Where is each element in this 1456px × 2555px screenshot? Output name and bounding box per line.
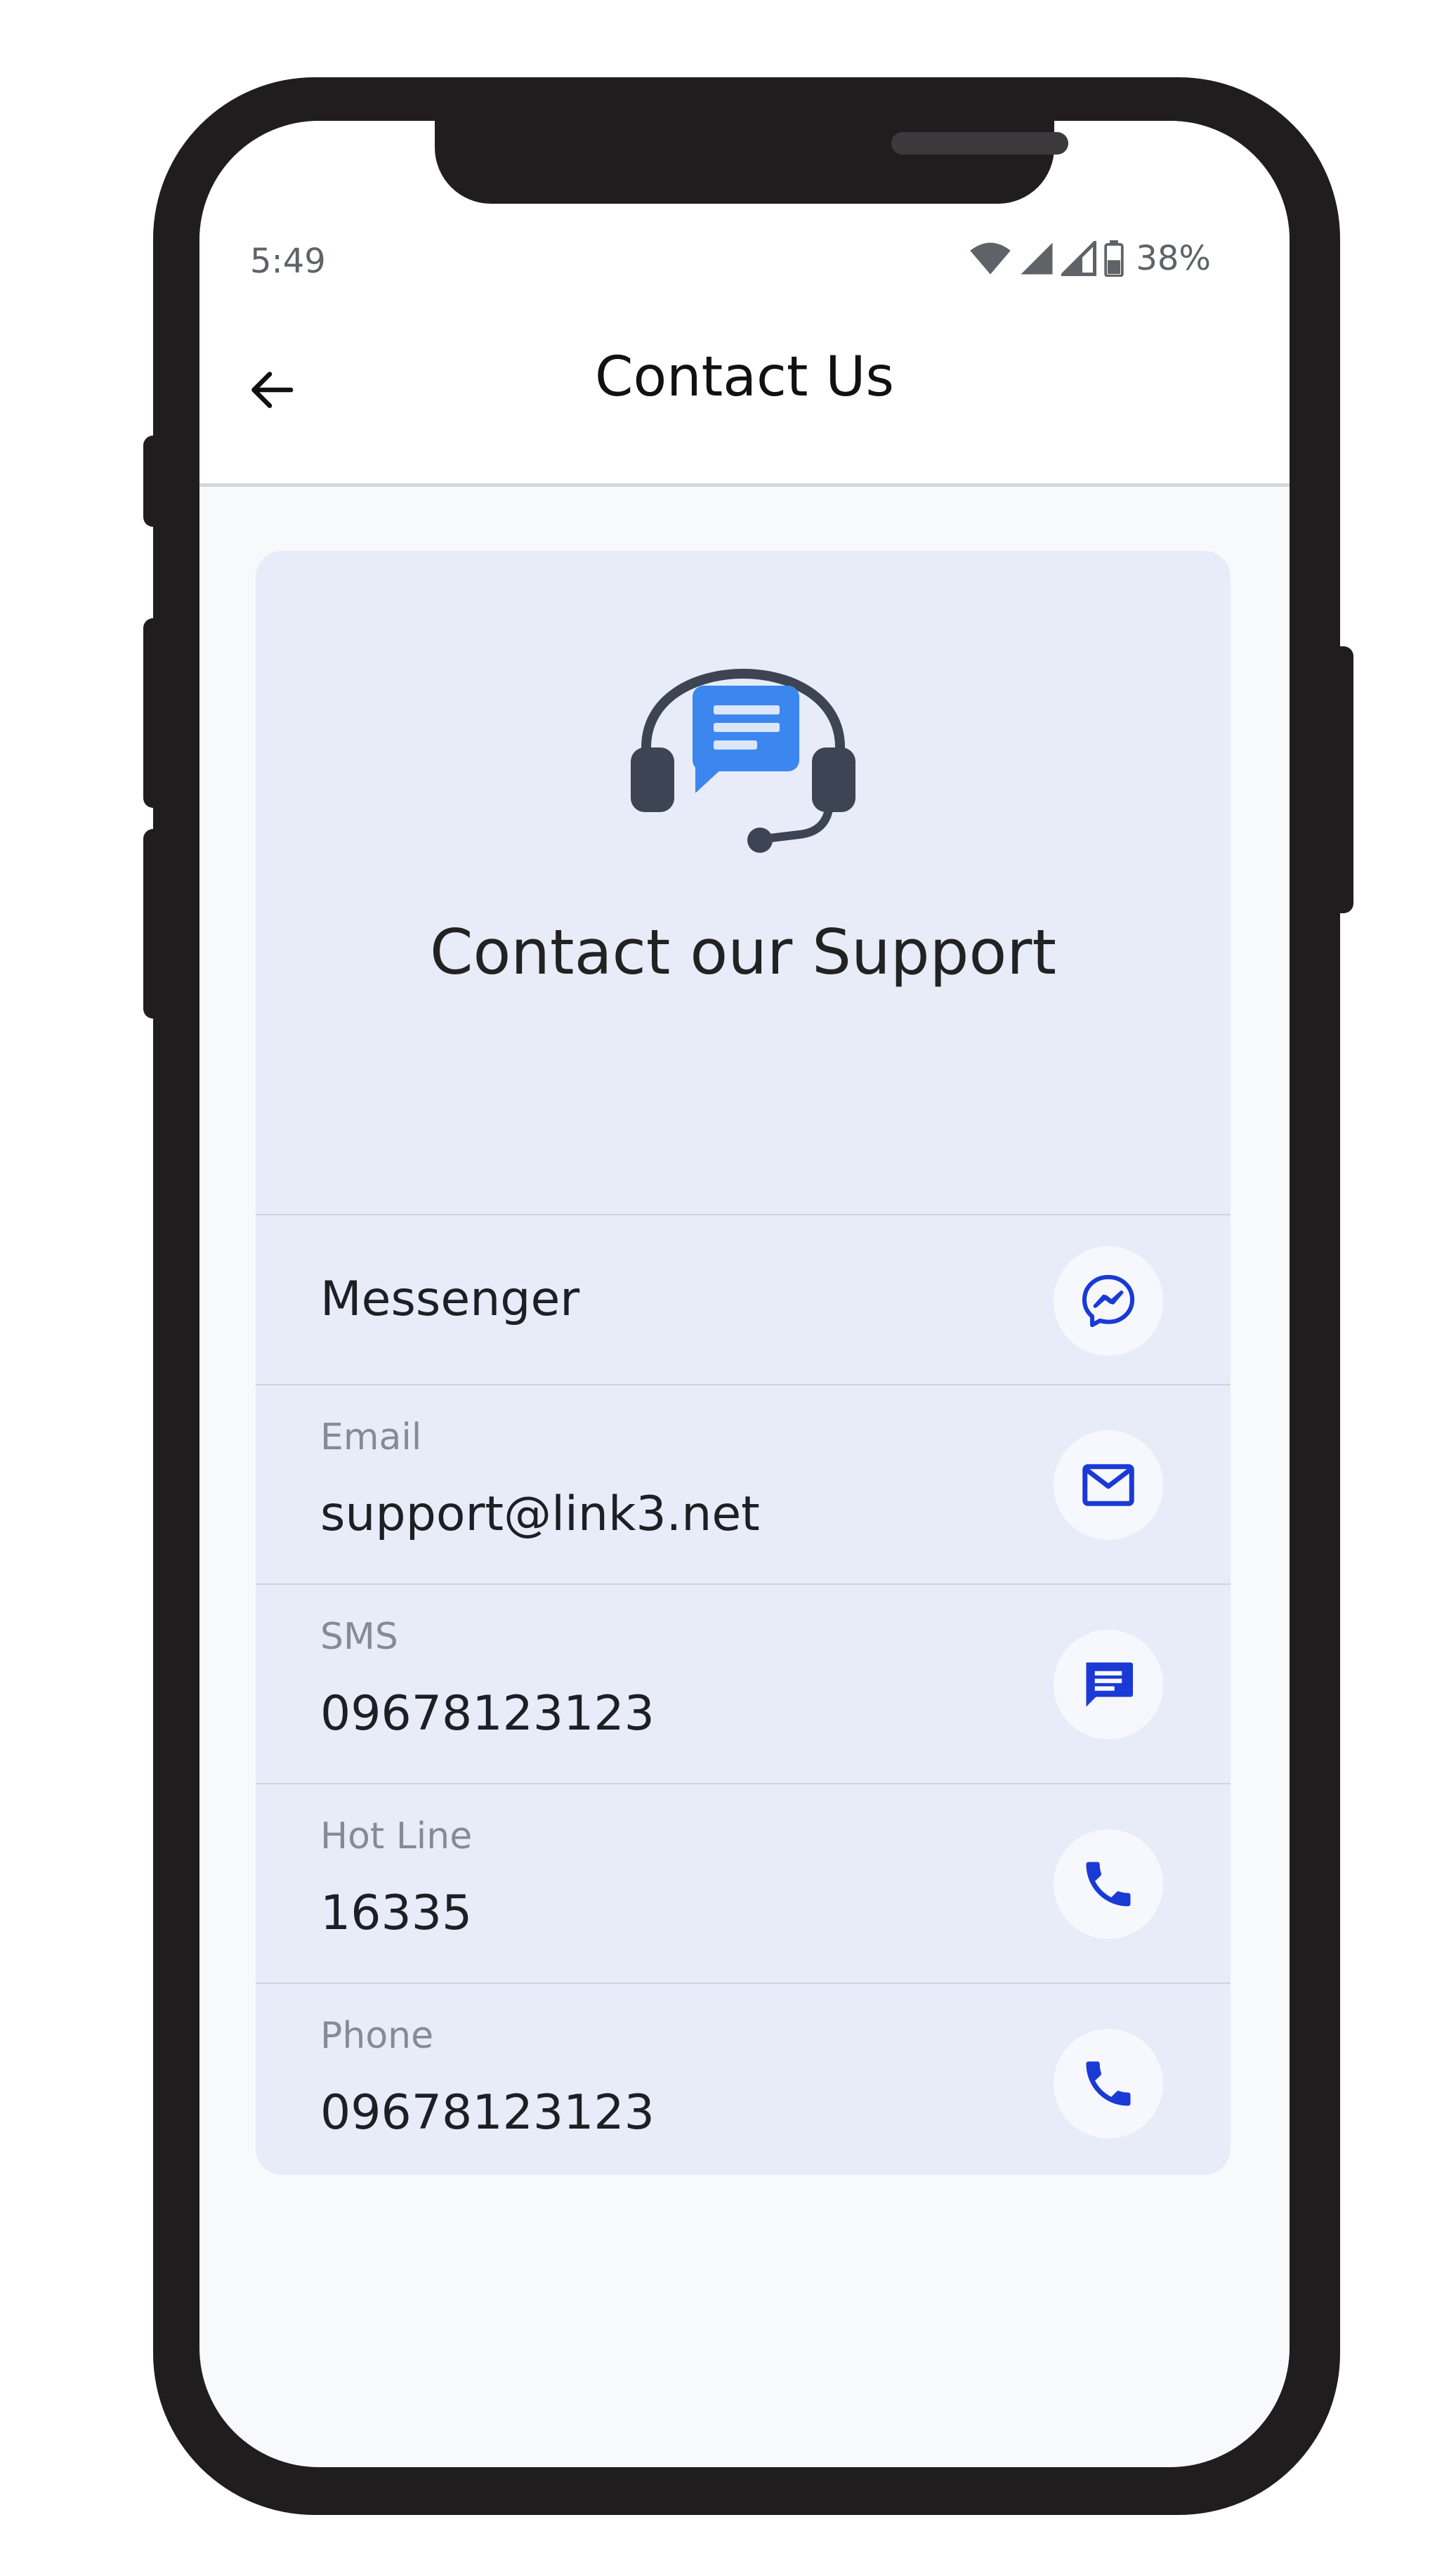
phone-power-button [1331, 646, 1353, 913]
contact-label: Phone [320, 2015, 434, 2057]
phone-side-button [143, 436, 163, 527]
page-title: Contact Us [595, 346, 894, 409]
messenger-button[interactable] [1054, 1246, 1163, 1356]
contact-row-messenger[interactable]: Messenger [256, 1214, 1231, 1385]
status-icons: 38% [969, 239, 1211, 278]
phone-icon [1086, 1862, 1131, 1907]
contact-row-phone[interactable]: Phone 09678123123 [256, 1982, 1231, 2175]
battery-percentage: 38% [1136, 239, 1211, 278]
support-headset-icon [631, 669, 855, 853]
email-button[interactable] [1054, 1430, 1163, 1540]
hotline-call-button[interactable] [1054, 1829, 1163, 1939]
app-bar: Contact Us [199, 282, 1290, 487]
phone-icon [1086, 2061, 1131, 2106]
sms-button[interactable] [1054, 1630, 1163, 1739]
phone-side-button [143, 618, 163, 808]
phone-call-button[interactable] [1054, 2029, 1163, 2138]
status-time: 5:49 [250, 242, 326, 281]
battery-icon [1104, 240, 1124, 277]
contact-value: Messenger [320, 1272, 580, 1327]
signal-icon [1021, 242, 1053, 275]
contact-row-email[interactable]: Email support@link3.net [256, 1384, 1231, 1585]
phone-speaker [891, 132, 1068, 155]
contact-row-hotline[interactable]: Hot Line 16335 [256, 1783, 1231, 1984]
contact-row-sms[interactable]: SMS 09678123123 [256, 1583, 1231, 1784]
contact-value: 16335 [320, 1886, 473, 1941]
contact-label: Email [320, 1416, 422, 1458]
sms-icon [1086, 1662, 1133, 1707]
support-title: Contact our Support [430, 916, 1056, 988]
contact-value: support@link3.net [320, 1486, 760, 1542]
phone-screen: 5:49 38% Contact Us Contact our Support … [199, 121, 1290, 2467]
messenger-icon [1082, 1274, 1135, 1328]
contact-value: 09678123123 [320, 2085, 655, 2141]
contact-value: 09678123123 [320, 1686, 655, 1742]
email-icon [1082, 1464, 1134, 1506]
phone-notch [435, 121, 1068, 204]
wifi-icon [970, 242, 1011, 275]
signal-icon [1061, 241, 1097, 276]
contact-label: SMS [320, 1616, 398, 1658]
contact-card: Contact our Support Messenger Email supp… [256, 551, 1231, 2175]
contact-label: Hot Line [320, 1815, 473, 1857]
phone-side-button [143, 829, 163, 1019]
